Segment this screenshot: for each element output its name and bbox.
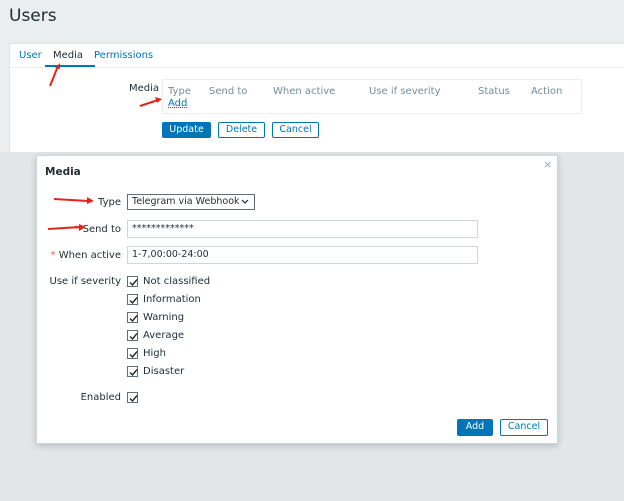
checkbox-disaster[interactable]: [127, 366, 138, 377]
checkbox-label: Disaster: [143, 366, 185, 377]
add-media-link[interactable]: Add: [168, 98, 187, 109]
checkbox-average[interactable]: [127, 330, 138, 341]
when-active-label: * When active: [51, 250, 121, 261]
checkbox-label: Information: [143, 294, 201, 305]
red-arrow-icon: [47, 224, 86, 231]
checkbox-information[interactable]: [127, 294, 138, 305]
checkbox-high[interactable]: [127, 348, 138, 359]
column-header-action: Action: [531, 86, 563, 97]
type-select[interactable]: Telegram via Webhook: [127, 194, 255, 210]
column-header-when-active: When active: [273, 86, 336, 97]
checkbox-warning[interactable]: [127, 312, 138, 323]
chevron-down-icon: [241, 195, 249, 214]
close-icon[interactable]: ×: [543, 158, 552, 171]
when-active-field[interactable]: 1-7,00:00-24:00: [127, 246, 478, 264]
tabs-divider: [10, 67, 624, 68]
enabled-label: Enabled: [80, 392, 121, 403]
update-button[interactable]: Update: [162, 122, 211, 138]
dialog-title: Media: [45, 166, 81, 178]
send-to-label-text: Send to: [82, 224, 121, 235]
checkbox-enabled[interactable]: [127, 392, 138, 403]
tab-user[interactable]: User: [19, 50, 42, 61]
red-arrow-icon: [53, 197, 94, 204]
when-active-label-text: When active: [58, 250, 121, 261]
media-table: Type Send to When active Use if severity…: [162, 79, 582, 114]
red-arrow-icon: [139, 97, 162, 107]
send-to-field[interactable]: *************: [127, 220, 478, 238]
checkbox-label: High: [143, 348, 166, 359]
media-label: Media: [129, 83, 160, 94]
column-header-use-if-severity: Use if severity: [369, 86, 441, 97]
checkbox-label: Warning: [143, 312, 185, 323]
checkmark-icon: [129, 297, 138, 305]
red-arrow-icon: [49, 63, 60, 87]
column-header-type: Type: [168, 86, 191, 97]
dialog-cancel-button[interactable]: Cancel: [500, 419, 548, 436]
type-label: Type: [98, 197, 121, 208]
cancel-button[interactable]: Cancel: [272, 122, 319, 138]
checkmark-icon: [129, 333, 138, 341]
checkmark-icon: [129, 369, 138, 377]
checkmark-icon: [129, 279, 138, 287]
page-header: Users: [0, 0, 624, 36]
page-title: Users: [9, 6, 57, 26]
checkmark-icon: [129, 315, 138, 323]
checkmark-icon: [129, 395, 138, 403]
media-dialog: Media × Type Telegram via Webhook * Send…: [36, 155, 558, 444]
dialog-add-button[interactable]: Add: [457, 419, 493, 436]
checkmark-icon: [129, 351, 138, 359]
delete-button[interactable]: Delete: [218, 122, 265, 138]
column-header-send-to: Send to: [209, 86, 248, 97]
checkbox-label: Not classified: [143, 276, 211, 287]
checkbox-label: Average: [143, 330, 185, 341]
tab-permissions[interactable]: Permissions: [94, 50, 153, 61]
tab-media[interactable]: Media: [53, 50, 83, 61]
checkbox-not-classified[interactable]: [127, 276, 138, 287]
use-if-severity-label: Use if severity: [49, 276, 122, 287]
column-header-status: Status: [478, 86, 510, 97]
type-select-value: Telegram via Webhook: [132, 196, 240, 207]
user-form-panel: User Media Permissions Media Type Send t…: [9, 43, 624, 153]
required-marker: *: [50, 250, 56, 261]
